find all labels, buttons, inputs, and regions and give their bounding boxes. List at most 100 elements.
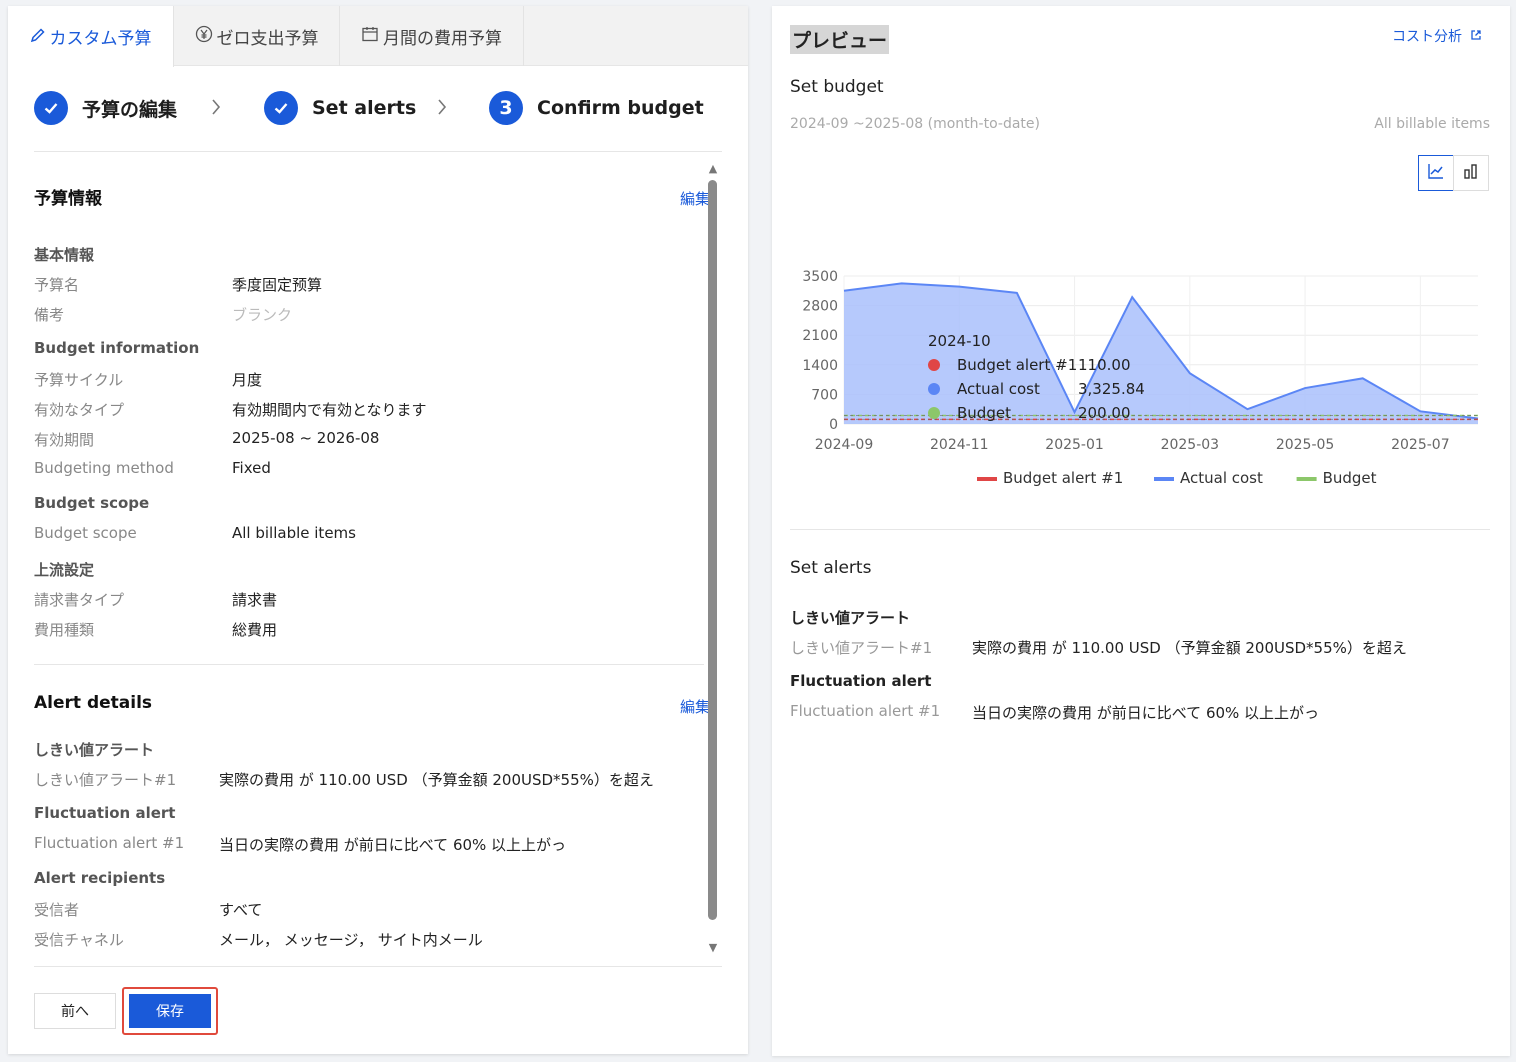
prev-button[interactable]: 前へ [34, 993, 116, 1029]
confirm-content: 予算情報 編集 基本情報 予算名 季度固定预算 備考 ブランク Budget i… [34, 158, 714, 958]
tooltip-value: 3,325.84 [1078, 380, 1145, 398]
chevron-right-icon [436, 97, 448, 122]
group-budget-information: Budget information [34, 339, 200, 357]
tooltip-value: 110.00 [1078, 356, 1131, 374]
row-channels: 受信チャネル メール， メッセージ， サイト内メール [34, 931, 483, 949]
row-effective-type: 有効なタイプ 有効期間内で有効となります [34, 401, 427, 419]
x-tick-label: 2025-05 [1276, 437, 1335, 453]
group-threshold-alert: しきい値アラート [34, 741, 155, 759]
scroll-down-icon[interactable]: ▼ [706, 941, 720, 954]
legend-swatch [1296, 477, 1317, 481]
tab-monthly-budget[interactable]: 月間の費用予算 [340, 6, 524, 66]
tooltip-series-name: Actual cost [957, 380, 1040, 398]
tab-custom-budget[interactable]: カスタム予算 [8, 6, 174, 67]
row-fluctuation-alert-1: Fluctuation alert #1 当日の実際の費用 が前日に比べて 60… [34, 834, 567, 854]
step-number: 3 [489, 91, 523, 125]
legend-label: Budget alert #1 [1003, 469, 1123, 487]
date-range: 2024-09 ~2025-08 (month-to-date) [790, 116, 1040, 132]
x-tick-label: 2024-11 [930, 437, 989, 453]
preview-threshold-group: しきい値アラート [790, 609, 911, 627]
divider [34, 966, 722, 967]
tab-zero-spend-budget[interactable]: ゼロ支出予算 [174, 6, 340, 66]
budget-info-title: 予算情報 [34, 189, 102, 209]
tooltip-series-name: Budget [957, 404, 1011, 422]
tooltip-dot [928, 383, 940, 395]
vertical-scrollbar[interactable]: ▲ ▼ [706, 158, 720, 954]
legend-label: Budget [1323, 469, 1377, 487]
cost-analysis-link[interactable]: コスト分析 [1392, 26, 1482, 46]
calendar-icon [361, 25, 379, 47]
y-tick-label: 1400 [802, 358, 838, 374]
group-basic-info: 基本情報 [34, 246, 95, 264]
row-bill-type: 請求書タイプ 請求書 [34, 591, 278, 609]
save-button[interactable]: 保存 [129, 994, 211, 1028]
yen-circle-icon [195, 25, 213, 47]
y-tick-label: 2100 [802, 328, 838, 344]
bar-chart-icon [1462, 162, 1480, 184]
line-chart-toggle[interactable] [1418, 155, 1454, 191]
divider [34, 664, 704, 665]
budget-type-tabs: カスタム予算 ゼロ支出予算 月間の費用予算 [8, 6, 748, 67]
legend-swatch [1154, 477, 1174, 481]
y-tick-label: 0 [829, 417, 838, 433]
alert-details-title: Alert details [34, 693, 153, 713]
x-tick-label: 2025-01 [1045, 437, 1104, 453]
y-tick-label: 2800 [802, 299, 838, 315]
step-confirm-budget[interactable]: 3 Confirm budget [489, 91, 704, 125]
scroll-up-icon[interactable]: ▲ [706, 162, 720, 175]
group-upstream: 上流設定 [34, 561, 95, 579]
bar-chart-toggle[interactable] [1453, 155, 1489, 191]
preview-threshold-1-key: しきい値アラート#1 [790, 639, 933, 657]
y-tick-label: 3500 [802, 269, 838, 285]
line-chart-icon [1427, 162, 1445, 184]
preview-threshold-1-value: 実際の費用 が 110.00 USD （予算金額 200USD*55%）を超え [972, 639, 1407, 657]
scrollbar-thumb[interactable] [708, 180, 717, 920]
group-fluctuation-alert: Fluctuation alert [34, 804, 176, 822]
x-tick-label: 2025-03 [1161, 437, 1220, 453]
budget-chart[interactable]: 3500 2800 2100 1400 700 0 2024-09 2024-11 2025-0… [772, 246, 1510, 506]
tooltip-dot [928, 407, 940, 419]
tooltip-value: 200.00 [1078, 404, 1131, 422]
group-budget-scope: Budget scope [34, 494, 150, 512]
row-cost-type: 費用種類 総費用 [34, 621, 278, 639]
step-label: Confirm budget [537, 97, 704, 119]
row-budget-scope: Budget scope All billable items [34, 524, 356, 542]
row-budgeting-method: Budgeting method Fixed [34, 459, 271, 477]
step-set-alerts[interactable]: Set alerts [264, 91, 416, 125]
set-budget-title: Set budget [790, 77, 884, 97]
tab-label: カスタム予算 [49, 29, 152, 49]
row-recipients: 受信者 すべて [34, 901, 263, 919]
preview-panel: プレビュー コスト分析 Set budget 2024-09 ~2025-08 … [772, 6, 1510, 1056]
divider [790, 529, 1490, 530]
row-budget-name: 予算名 季度固定预算 [34, 276, 323, 294]
preview-fluct-1-value: 当日の実際の費用 が前日に比べて 60% 以上上がっ [972, 704, 1320, 722]
check-icon [264, 91, 298, 125]
pencil-icon [30, 27, 46, 47]
actual-cost-area [844, 283, 1478, 424]
save-button-highlight: 保存 [122, 987, 218, 1035]
row-cycle: 予算サイクル 月度 [34, 371, 263, 389]
tooltip-dot [928, 359, 940, 371]
legend-label: Actual cost [1180, 469, 1263, 487]
y-tick-label: 700 [811, 387, 838, 403]
tab-label: ゼロ支出予算 [216, 28, 319, 49]
check-icon [34, 91, 68, 125]
step-label: 予算の編集 [82, 98, 178, 121]
set-alerts-title: Set alerts [790, 558, 872, 578]
x-tick-label: 2024-09 [815, 437, 874, 453]
preview-title: プレビュー [790, 25, 890, 54]
step-label: Set alerts [312, 97, 417, 119]
scope-label: All billable items [1374, 116, 1490, 132]
step-edit-budget[interactable]: 予算の編集 [34, 91, 177, 125]
preview-fluct-group: Fluctuation alert [790, 672, 932, 690]
preview-fluct-1-key: Fluctuation alert #1 [790, 702, 941, 720]
budget-editor-panel: カスタム予算 ゼロ支出予算 月間の費用予算 予算の編集 Set alerts 3… [8, 6, 748, 1054]
legend-swatch [977, 477, 997, 481]
divider [34, 151, 722, 152]
tab-label: 月間の費用予算 [383, 28, 502, 49]
external-link-icon [1470, 29, 1482, 45]
row-threshold-alert-1: しきい値アラート#1 実際の費用 が 110.00 USD （予算金額 200U… [34, 771, 654, 789]
x-tick-label: 2025-07 [1391, 437, 1450, 453]
chevron-right-icon [210, 97, 222, 122]
tooltip-series-name: Budget alert #1 [957, 356, 1077, 374]
